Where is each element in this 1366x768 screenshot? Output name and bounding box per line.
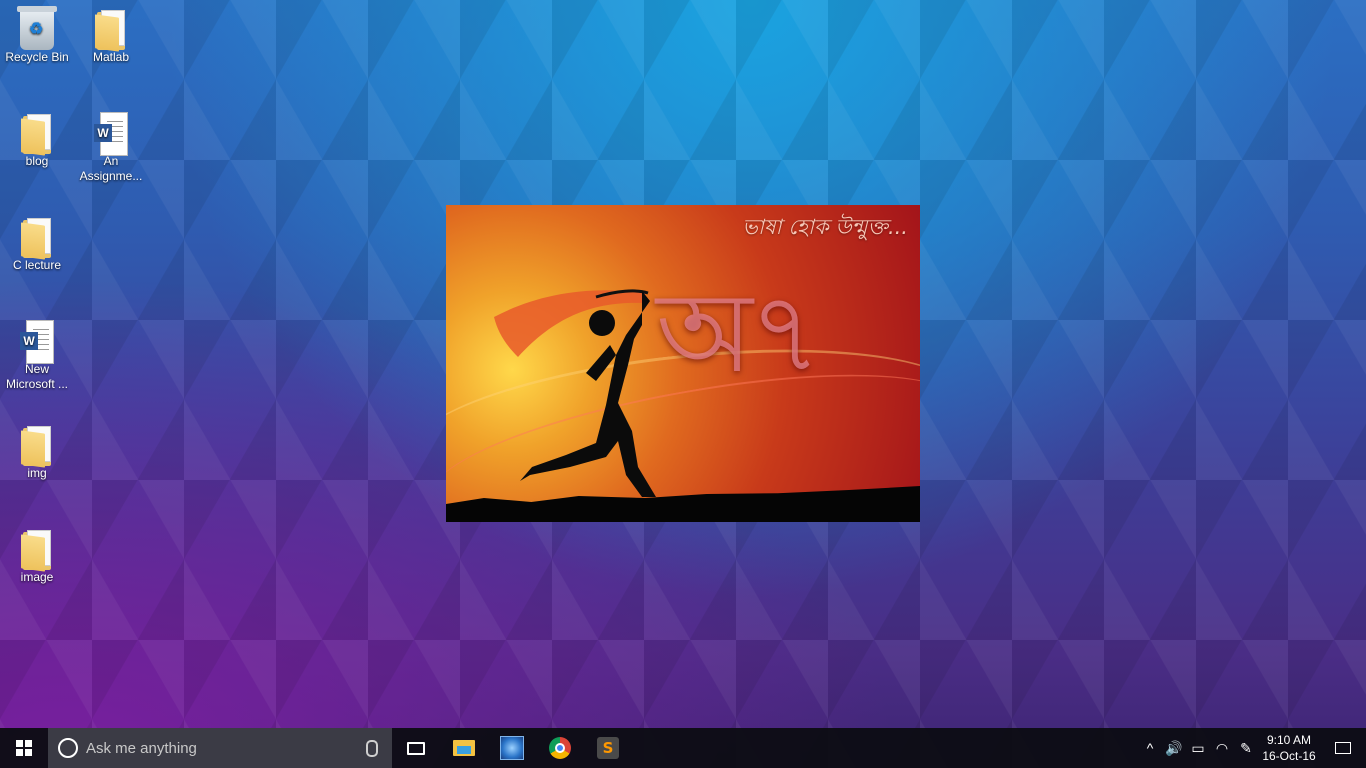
task-view-icon [407,741,425,755]
folder-icon [21,530,53,572]
clock-date: 16-Oct-16 [1262,749,1316,763]
notification-icon [1335,742,1351,754]
desktop-icon-label: blog [25,154,49,168]
microphone-icon[interactable] [366,739,378,757]
desktop-icon-c-lecture[interactable]: C lecture [0,214,74,273]
task-view-button[interactable] [392,728,440,768]
chrome-icon [549,737,571,759]
start-button[interactable] [0,728,48,768]
desktop-icon-assignment[interactable]: W An Assignme... [74,110,148,184]
pen-workspace-icon[interactable]: ✎ [1234,728,1258,768]
desktop-icon-label: An Assignme... [79,154,143,183]
matlab-icon [500,736,524,760]
search-box[interactable]: Ask me anything [48,728,392,768]
wifi-icon[interactable]: ◠ [1210,728,1234,768]
folder-icon [21,426,53,468]
desktop-icon-recycle-bin[interactable]: ♻ Recycle Bin [0,6,74,65]
word-document-icon: W [20,320,54,364]
desktop-icon-label: Recycle Bin [5,50,69,64]
folder-icon [21,218,53,260]
folder-icon [95,10,127,52]
action-center-button[interactable] [1320,728,1366,768]
taskbar: Ask me anything S ^ 🔊 ▭ ◠ ✎ 9:10 AM 16-O… [0,728,1366,768]
desktop-icon-label: Matlab [92,50,130,64]
taskbar-app-matlab[interactable] [488,728,536,768]
word-document-icon: W [94,112,128,156]
taskbar-app-file-explorer[interactable] [440,728,488,768]
recycle-bin-icon: ♻ [17,6,57,50]
desktop-icon-label: New Microsoft ... [5,362,68,391]
clock[interactable]: 9:10 AM 16-Oct-16 [1258,732,1320,764]
taskbar-app-sublime[interactable]: S [584,728,632,768]
desktop-icon-matlab[interactable]: Matlab [74,6,148,65]
desktop-icon-label: C lecture [12,258,62,272]
desktop-icon-blog[interactable]: blog [0,110,74,169]
desktop-icon-label: img [27,466,47,480]
battery-icon[interactable]: ▭ [1186,728,1210,768]
wallpaper-caption: ভাষা হোক উন্মুক্ত... [742,215,908,239]
system-tray: ^ 🔊 ▭ ◠ ✎ 9:10 AM 16-Oct-16 [1138,728,1366,768]
cortana-icon [58,738,78,758]
taskbar-app-chrome[interactable] [536,728,584,768]
show-hidden-icons-chevron-icon[interactable]: ^ [1138,728,1162,768]
bengali-letters: অ৭ [656,268,822,398]
desktop-icon-img[interactable]: img [0,422,74,481]
volume-icon[interactable]: 🔊 [1162,728,1186,768]
file-explorer-icon [453,740,475,756]
desktop-icon-image[interactable]: image [0,526,74,585]
desktop-icon-new-microsoft[interactable]: W New Microsoft ... [0,318,74,392]
desktop-icon-label: image [20,570,54,584]
windows-logo-icon [16,740,32,756]
clock-time: 9:10 AM [1266,733,1312,747]
wallpaper-artwork: অ৭ ভাষা হোক উন্মুক্ত... [446,205,920,522]
desktop: ♻ Recycle Bin Matlab blog W An Assignme.… [0,0,1366,728]
sublime-text-icon: S [597,737,619,759]
folder-icon [21,114,53,156]
search-input[interactable]: Ask me anything [86,740,366,757]
